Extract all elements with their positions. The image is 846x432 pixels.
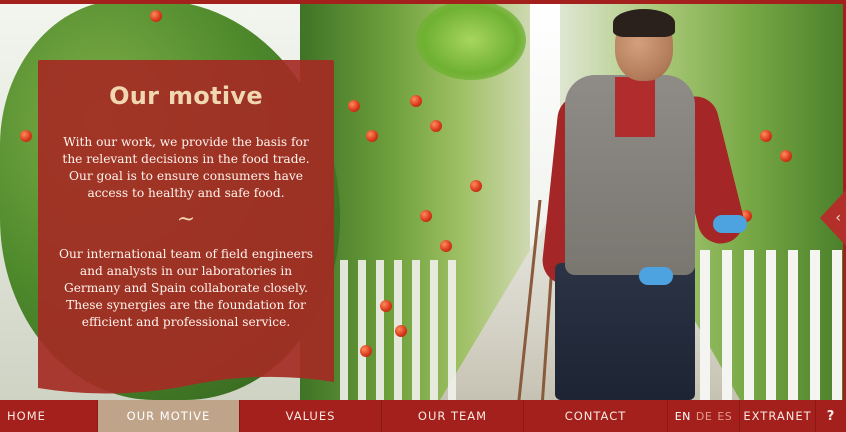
chevron-left-icon: ‹ (835, 210, 841, 226)
tomato (760, 130, 772, 142)
nav-home[interactable]: HOME (0, 400, 98, 432)
lang-en[interactable]: EN (675, 410, 691, 423)
top-border (0, 0, 846, 4)
nav-contact[interactable]: CONTACT (524, 400, 668, 432)
tomato (348, 100, 360, 112)
lang-de[interactable]: DE (696, 410, 712, 423)
tomato (150, 10, 162, 22)
tomato (430, 120, 442, 132)
motive-card: Our motive With our work, we provide the… (38, 60, 334, 395)
tomato (470, 180, 482, 192)
tomato (410, 95, 422, 107)
tomato (360, 345, 372, 357)
nav-our-team[interactable]: OUR TEAM (382, 400, 524, 432)
card-paragraph-1: With our work, we provide the basis for … (62, 135, 310, 200)
blurred-leaf (416, 0, 526, 80)
nav-our-motive[interactable]: OUR MOTIVE (98, 400, 240, 432)
lang-es[interactable]: ES (717, 410, 732, 423)
tomato (420, 210, 432, 222)
tomato (366, 130, 378, 142)
tomato (780, 150, 792, 162)
tomato (440, 240, 452, 252)
nav-values[interactable]: VALUES (240, 400, 382, 432)
card-title: Our motive (109, 82, 263, 110)
tilde-separator: ~ (176, 207, 196, 232)
main-nav: HOME OUR MOTIVE VALUES OUR TEAM CONTACT … (0, 400, 846, 432)
help-button[interactable]: ? (816, 400, 846, 432)
nav-extranet[interactable]: EXTRANET (740, 400, 816, 432)
tomato (395, 325, 407, 337)
card-paragraph-2: Our international team of field engineer… (59, 247, 313, 329)
language-switcher: EN DE ES (668, 400, 740, 432)
worker-figure (540, 5, 749, 400)
tomato (380, 300, 392, 312)
tomato (20, 130, 32, 142)
